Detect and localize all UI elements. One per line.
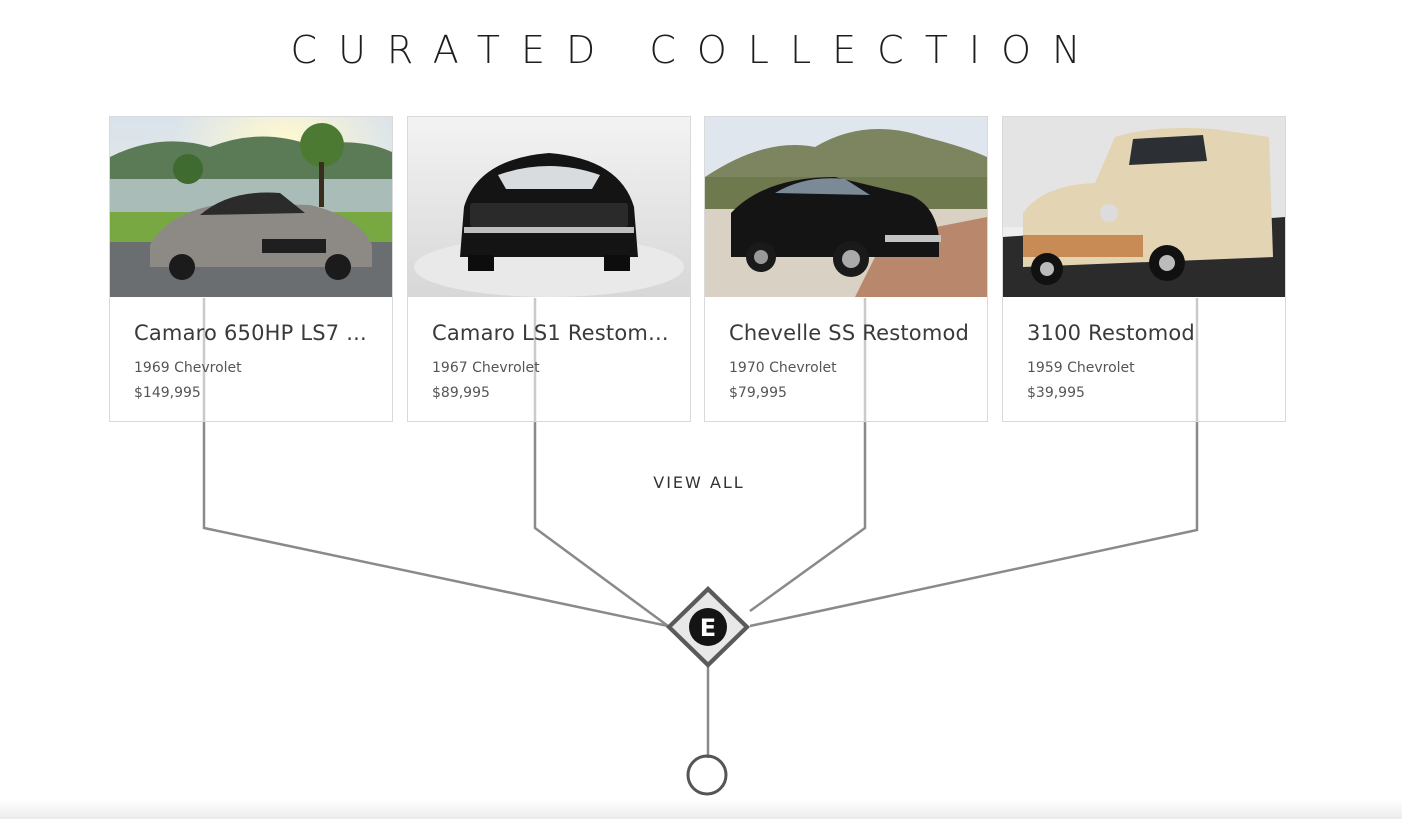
card-title[interactable]: Camaro 650HP LS7 ... [134,321,376,345]
car-card[interactable]: Camaro LS1 Restom... 1967 Chevrolet $89,… [407,116,691,422]
card-subtitle: 1969 Chevrolet [134,360,242,376]
car-card[interactable]: Chevelle SS Restomod 1970 Chevrolet $79,… [704,116,988,422]
card-title[interactable]: 3100 Restomod [1027,321,1269,345]
card-price: $39,995 [1027,385,1085,401]
brand-logo-icon: E [666,586,750,668]
logo-letter: E [700,614,716,642]
car-image[interactable] [110,117,392,297]
car-image[interactable] [1003,117,1285,297]
car-image[interactable] [705,117,987,297]
card-grid: Camaro 650HP LS7 ... 1969 Chevrolet $149… [109,116,1286,422]
view-all-link[interactable]: VIEW ALL [599,473,799,492]
ring-icon [686,754,728,796]
card-subtitle: 1970 Chevrolet [729,360,837,376]
car-card[interactable]: Camaro 650HP LS7 ... 1969 Chevrolet $149… [109,116,393,422]
car-card[interactable]: 3100 Restomod 1959 Chevrolet $39,995 [1002,116,1286,422]
card-price: $79,995 [729,385,787,401]
card-title[interactable]: Chevelle SS Restomod [729,321,971,345]
card-price: $89,995 [432,385,490,401]
car-image[interactable] [408,117,690,297]
card-subtitle: 1959 Chevrolet [1027,360,1135,376]
card-subtitle: 1967 Chevrolet [432,360,540,376]
card-title[interactable]: Camaro LS1 Restom... [432,321,674,345]
section-title: CURATED COLLECTION [290,28,1102,72]
card-price: $149,995 [134,385,201,401]
page-bottom-edge [0,799,1402,819]
